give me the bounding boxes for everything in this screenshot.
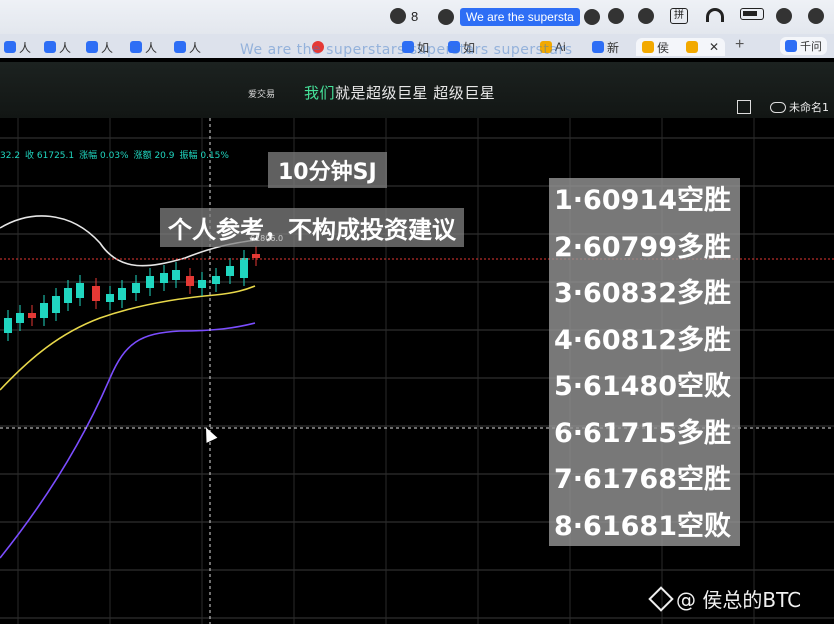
tab-label: 侯: [657, 40, 670, 55]
candle-body: [198, 280, 206, 288]
candlestick-chart[interactable]: 32.2 收 61725.1 涨幅 0.03% 涨额 20.9 振幅 0.15% 10分…: [0, 118, 834, 624]
candle-body: [92, 286, 100, 301]
trade-result-row: 6·61715多胜: [554, 417, 731, 449]
tab-favicon-icon: [130, 41, 142, 53]
moving-averages: [0, 215, 256, 559]
binance-icon: [686, 41, 699, 53]
candle-body: [186, 276, 194, 286]
stat-change-amt: 涨额 20.9: [133, 151, 175, 161]
cloud-layout-label: 未命名1: [789, 101, 829, 114]
candle-body: [226, 266, 234, 276]
tab-label: 人: [59, 40, 72, 55]
app-header: 爱交易 我们就是超级巨星 超级巨星 未命名1: [0, 62, 834, 118]
candle-body: [252, 254, 260, 258]
browser-tab-active[interactable]: 侯 ✕: [636, 38, 726, 56]
app-brand: 爱交易: [248, 90, 276, 100]
next-track-icon[interactable]: [638, 8, 654, 24]
candle-body: [52, 296, 60, 313]
slogan-highlight: 我们: [304, 84, 336, 102]
browser-tab-2[interactable]: 人: [44, 38, 71, 56]
extension-label: 千问: [800, 41, 822, 53]
candle-body: [118, 288, 126, 300]
now-playing-text: We are the supersta: [460, 8, 580, 26]
binance-square-logo-icon: [648, 585, 674, 612]
tab-favicon-icon: [174, 41, 186, 53]
search-icon[interactable]: [776, 8, 792, 24]
tab-label: 人: [189, 40, 202, 55]
candle-body: [132, 283, 140, 293]
overlay-title: 10分钟SJ: [268, 152, 387, 188]
new-tab-button[interactable]: +: [735, 36, 744, 54]
tab-favicon-icon: [592, 41, 604, 53]
control-center-icon[interactable]: [808, 8, 824, 24]
tab-label: 人: [19, 40, 32, 55]
browser-tab-10[interactable]: 新: [592, 38, 619, 56]
author-watermark: @ 侯总的BTC: [648, 584, 802, 613]
ohlc-stats: 32.2 收 61725.1 涨幅 0.03% 涨额 20.9 振幅 0.15%: [0, 148, 234, 161]
stat-change-pct: 涨幅 0.03%: [79, 151, 129, 161]
candle-body: [106, 294, 114, 302]
tab-favicon-icon: [86, 41, 98, 53]
watermark-text: @ 侯总的BTC: [676, 588, 802, 612]
candle-body: [172, 270, 180, 280]
candle-body: [28, 313, 36, 318]
trade-result-row: 4·60812多胜: [554, 324, 731, 356]
candle-body: [76, 283, 84, 298]
browser-tab-1[interactable]: 人: [4, 38, 31, 56]
trade-result-row: 7·61768空胜: [554, 464, 731, 495]
candle-body: [240, 258, 248, 278]
candle-body: [146, 276, 154, 288]
disclaimer-note: 个人参考，不构成投资建议: [160, 208, 464, 247]
wechat-icon: [390, 8, 406, 24]
ma-yellow-line: [0, 285, 256, 391]
browser-tab-4[interactable]: 人: [130, 38, 157, 56]
cloud-layout-button[interactable]: 未命名1: [770, 99, 829, 115]
close-tab-icon[interactable]: ✕: [709, 40, 719, 54]
cloud-icon: [770, 101, 786, 113]
tab-favicon-icon: [44, 41, 56, 53]
qianwen-extension-button[interactable]: 千问: [780, 37, 827, 55]
battery-icon[interactable]: [740, 8, 764, 20]
play-icon[interactable]: [608, 8, 624, 24]
stat-close: 收 61725.1: [25, 151, 75, 161]
candle-body: [16, 313, 24, 323]
wechat-count: 8: [411, 8, 419, 24]
candle-body: [212, 276, 220, 284]
wechat-status[interactable]: 8: [390, 8, 418, 24]
now-playing[interactable]: We are the supersta: [438, 8, 600, 26]
trade-result-row: 2·60799多胜: [554, 231, 731, 263]
music-icon: [438, 9, 454, 25]
trade-result-row: 3·60832多胜: [554, 278, 731, 309]
fullscreen-button[interactable]: [737, 100, 751, 114]
candle-body: [4, 318, 12, 333]
lyrics-overlay-text: We are the superstars superstars superst…: [240, 42, 573, 58]
qianwen-icon: [785, 40, 797, 52]
candle-body: [160, 273, 168, 283]
mac-menu-bar: 8 We are the supersta 拼: [0, 0, 834, 34]
music-control-icon: [583, 9, 600, 25]
tab-favicon-icon: [4, 41, 16, 53]
ma-purple-line: [0, 322, 256, 559]
trade-result-row: 1·60914空胜: [554, 185, 731, 216]
current-price-tag: 61806.0: [250, 234, 284, 243]
input-method-indicator[interactable]: 拼: [670, 8, 688, 24]
browser-tab-3[interactable]: 人: [86, 38, 113, 56]
tab-label: 人: [101, 40, 114, 55]
stat-prev: 32.2: [0, 151, 21, 161]
tab-favicon-icon: [642, 41, 654, 53]
browser-tab-5[interactable]: 人: [174, 38, 201, 56]
wifi-icon[interactable]: [706, 8, 724, 22]
stat-amplitude: 振幅 0.15%: [179, 151, 229, 161]
app-slogan: 我们就是超级巨星 超级巨星: [304, 82, 495, 103]
tab-label: 新: [607, 40, 620, 55]
candle-body: [40, 303, 48, 318]
slogan-rest: 就是超级巨星 超级巨星: [335, 84, 496, 102]
trade-results-panel: 1·60914空胜 2·60799多胜 3·60832多胜 4·60812多胜 …: [549, 178, 740, 546]
trade-result-row: 5·61480空败: [554, 371, 731, 402]
tab-label: 人: [145, 40, 158, 55]
candle-body: [64, 288, 72, 303]
trade-result-row: 8·61681空败: [554, 510, 731, 542]
